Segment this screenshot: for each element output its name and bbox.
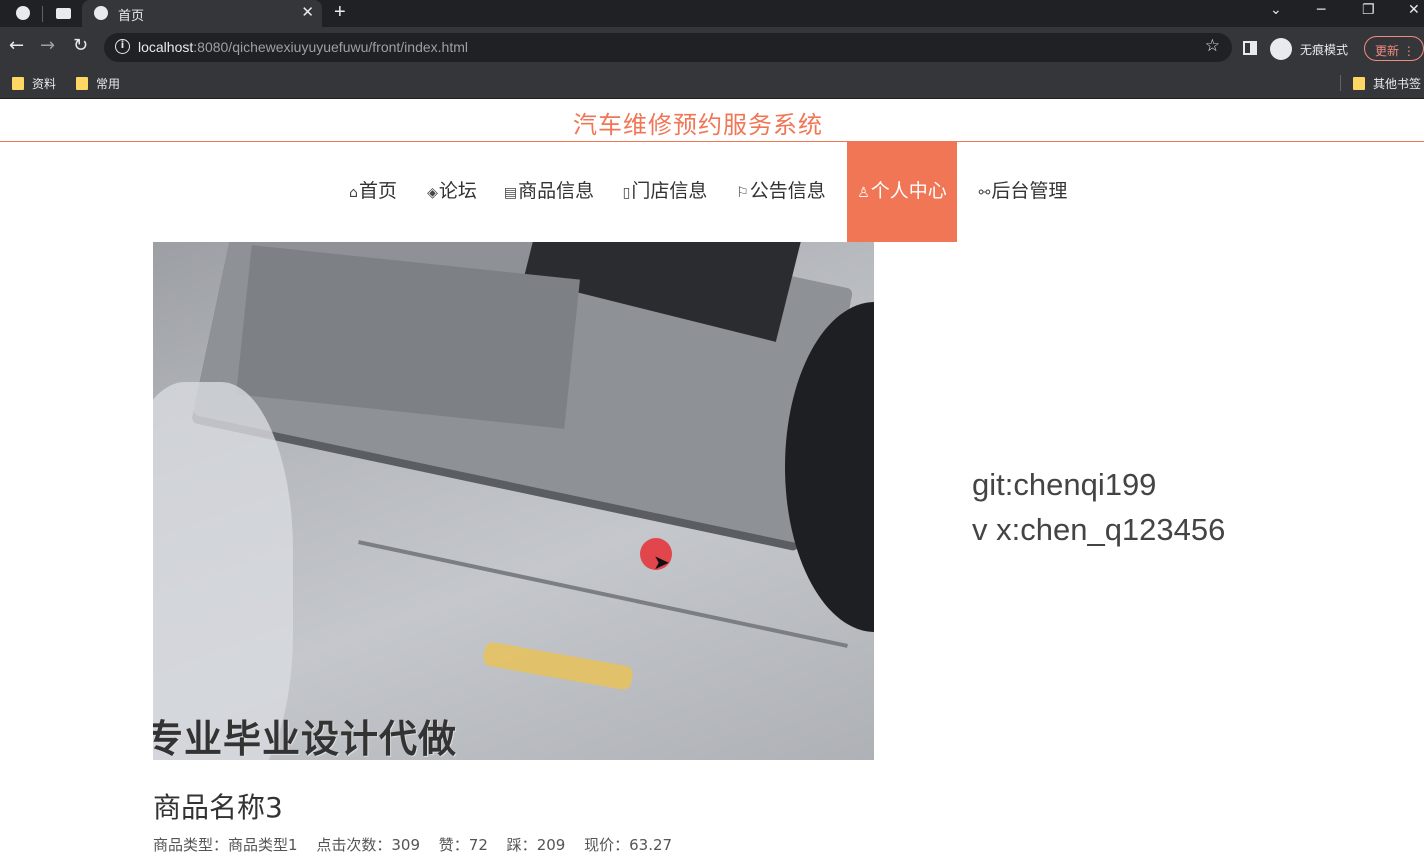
user-icon: ♙ (857, 185, 870, 201)
side-panel-icon[interactable] (1243, 41, 1257, 55)
product-meta: 商品类型：商品类型1 点击次数：309 赞：72 踩：209 现价：63.27 (153, 834, 686, 855)
layers-icon: ◈ (427, 185, 438, 201)
divider (42, 6, 43, 22)
site-info-icon[interactable]: i (115, 39, 130, 54)
likes-value: 72 (468, 836, 488, 854)
nav-item-products[interactable]: ▤商品信息 (498, 142, 600, 242)
nav-label: 门店信息 (631, 180, 708, 202)
product-name: 商品名称3 (153, 791, 283, 824)
product-type-label: 商品类型： (153, 836, 229, 854)
reload-button[interactable]: ↻ (73, 35, 88, 56)
price-label: 现价： (584, 836, 630, 854)
forward-button[interactable]: → (40, 35, 55, 56)
restore-button[interactable]: ❐ (1362, 2, 1375, 18)
back-button[interactable]: ← (9, 35, 24, 56)
address-bar[interactable]: i localhost:8080/qichewexiuyuyuefuwu/fro… (104, 33, 1232, 62)
new-tab-button[interactable]: + (334, 1, 346, 24)
browser-tab[interactable]: 首页 ✕ (82, 0, 322, 27)
url-path: :8080/qichewexiuyuyuefuwu/front/index.ht… (193, 39, 468, 55)
clicks-value: 309 (391, 836, 420, 854)
divider (1340, 75, 1341, 91)
url-host: localhost (138, 39, 194, 55)
cable-image (358, 540, 848, 648)
main-nav: ⌂首页 ◈论坛 ▤商品信息 ▯门店信息 ⚐公告信息 ♙个人中心 ⚯后台管理 (0, 142, 1424, 242)
video-caption: 专业毕业设计代做 (153, 717, 458, 760)
incognito-label: 无痕模式 (1300, 43, 1349, 57)
yellow-object-image (482, 641, 634, 691)
bookmark-label: 其他书签 (1373, 77, 1422, 91)
mouse-cursor-icon: ➤ (653, 550, 670, 574)
folder-icon (12, 77, 24, 90)
nav-item-forum[interactable]: ◈论坛 (420, 142, 484, 242)
other-bookmarks-folder[interactable]: 其他书签 (1353, 75, 1421, 92)
likes-label: 赞： (438, 836, 469, 854)
bookmark-folder-0[interactable]: 资料 (12, 75, 56, 92)
folder-icon (76, 77, 88, 90)
nav-label: 首页 (358, 180, 397, 202)
plastic-wrap-image (153, 382, 293, 760)
nav-label: 后台管理 (991, 180, 1068, 202)
door-icon: ▯ (622, 185, 631, 201)
home-icon: ⌂ (349, 185, 358, 201)
bookmark-folder-1[interactable]: 常用 (76, 75, 120, 92)
dislikes-value: 209 (536, 836, 566, 854)
nav-item-stores[interactable]: ▯门店信息 (614, 142, 716, 242)
nav-label: 商品信息 (518, 180, 595, 202)
nav-label: 公告信息 (749, 180, 826, 202)
document-icon: ▤ (503, 185, 518, 201)
close-tab-icon[interactable]: ✕ (301, 3, 314, 21)
close-window-button[interactable]: ✕ (1408, 2, 1420, 18)
nav-item-notices[interactable]: ⚐公告信息 (730, 142, 832, 242)
dislikes-label: 踩： (506, 836, 537, 854)
bookmark-star-icon[interactable]: ☆ (1205, 36, 1220, 56)
product-video[interactable]: ➤ 专业毕业设计代做 (153, 242, 874, 760)
product-type-value: 商品类型1 (228, 836, 298, 854)
tab-groups-icon[interactable] (54, 4, 74, 24)
flag-icon: ⚐ (736, 185, 749, 201)
update-label: 更新 (1375, 44, 1400, 58)
bookmark-label: 常用 (96, 77, 121, 91)
nav-label: 论坛 (438, 180, 477, 202)
link-icon: ⚯ (978, 185, 991, 201)
contact-info: git:chenqi199 v x:chen_q123456 (972, 462, 1225, 552)
nav-label: 个人中心 (870, 180, 947, 202)
minimize-button[interactable]: ─ (1317, 2, 1325, 18)
clicks-label: 点击次数： (316, 836, 392, 854)
bookmarks-bar: 资料 常用 其他书签 (0, 68, 1424, 99)
tab-search-icon[interactable]: ⌄ (1270, 2, 1282, 18)
contact-line-wechat: v x:chen_q123456 (972, 512, 1226, 547)
folder-icon (1353, 77, 1365, 90)
browser-toolbar: ← → ↻ i localhost:8080/qichewexiuyuyuefu… (0, 27, 1424, 68)
browser-menu-icon[interactable] (14, 4, 34, 24)
tab-title: 首页 (118, 8, 145, 23)
bookmark-label: 资料 (32, 77, 57, 91)
browser-tab-strip: 首页 ✕ + ⌄ ─ ❐ ✕ (0, 0, 1424, 27)
tab-favicon-icon (94, 6, 108, 20)
incognito-icon[interactable] (1270, 38, 1292, 60)
site-title: 汽车维修预约服务系统 (573, 111, 823, 139)
update-button[interactable]: 更新 ⋮ (1364, 36, 1424, 61)
price-value: 63.27 (629, 836, 673, 854)
nav-item-admin[interactable]: ⚯后台管理 (971, 142, 1075, 242)
nav-item-home[interactable]: ⌂首页 (341, 142, 405, 242)
nav-item-profile[interactable]: ♙个人中心 (847, 142, 957, 242)
site-header: 汽车维修预约服务系统 (0, 99, 1424, 142)
url-text[interactable]: localhost:8080/qichewexiuyuyuefuwu/front… (138, 39, 468, 55)
contact-line-git: git:chenqi199 (972, 467, 1157, 502)
